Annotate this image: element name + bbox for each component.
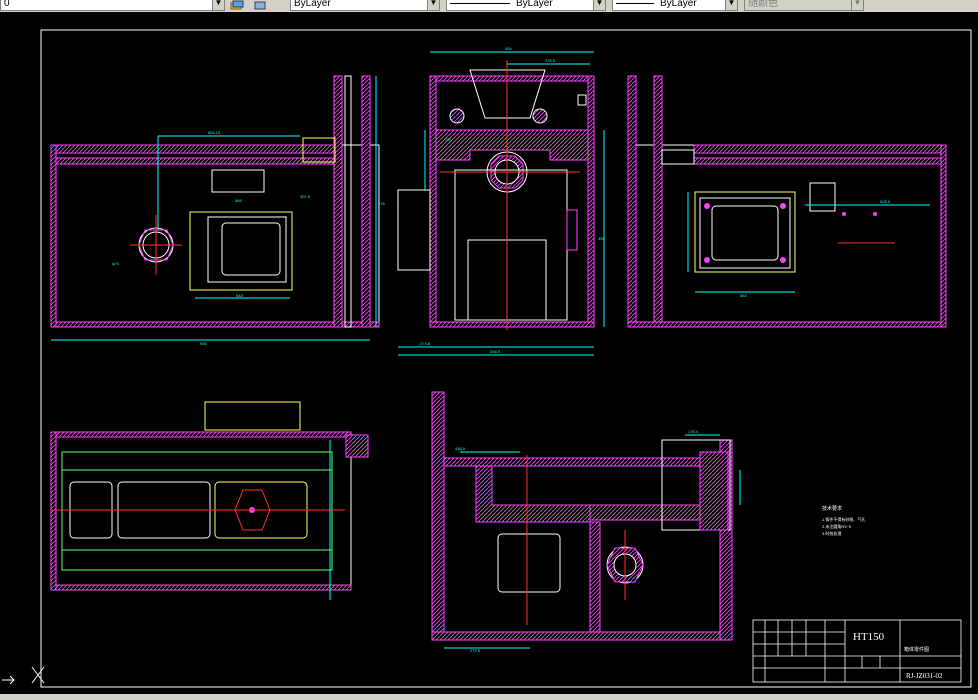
side-dim-left: 110 bbox=[445, 137, 452, 142]
material-label: HT150 bbox=[853, 631, 885, 643]
ucs-axis-icon bbox=[2, 666, 45, 685]
right-dim-1: 584 bbox=[740, 293, 747, 298]
right-dim-2: 628.5 bbox=[880, 199, 891, 204]
chevron-down-icon[interactable]: ▼ bbox=[212, 0, 224, 10]
section-dim-3: 176.4 bbox=[688, 429, 699, 434]
front-dim-top: 854.10 bbox=[208, 130, 221, 135]
layer-dropdown[interactable]: 0 ▼ bbox=[0, 0, 225, 11]
side-dim-bottom: 274.8 bbox=[420, 341, 431, 346]
layer-stack-icon[interactable] bbox=[230, 0, 244, 10]
linetype-value: ByLayer bbox=[516, 0, 553, 9]
notes-title: 技术要求 bbox=[822, 505, 842, 512]
chevron-down-icon[interactable]: ▼ bbox=[427, 0, 439, 10]
note-3: 3.时效处理 bbox=[822, 530, 841, 536]
part-name: 箱体零件图 bbox=[904, 646, 929, 653]
side-dim-width: 454 bbox=[505, 46, 512, 51]
layer-previous-icon[interactable] bbox=[253, 0, 267, 10]
chevron-down-icon[interactable]: ▼ bbox=[593, 0, 605, 10]
side-dim-top: 235.5 bbox=[545, 58, 556, 63]
front-dim-hole: φ74 bbox=[112, 261, 120, 266]
plan-view bbox=[50, 401, 369, 600]
lineweight-value: ByLayer bbox=[660, 0, 697, 9]
drawing-number: RJ-JZ031-02 bbox=[906, 672, 943, 680]
plotstyle-value: 随颜色 bbox=[748, 0, 778, 9]
color-dropdown[interactable]: ByLayer ▼ bbox=[290, 0, 440, 11]
side-view bbox=[397, 51, 605, 356]
cad-drawing: 956 854.10 301.5 φ74 585 548 476 454 235… bbox=[2, 29, 972, 688]
chevron-down-icon[interactable]: ▼ bbox=[851, 0, 863, 10]
front-dim-offset: 301.5 bbox=[300, 194, 311, 199]
front-dim-window2: 548 bbox=[236, 293, 243, 298]
note-2: 2.未注圆角R3~5 bbox=[822, 523, 852, 529]
front-dim-overall: 956 bbox=[200, 341, 207, 346]
chevron-down-icon[interactable]: ▼ bbox=[725, 0, 737, 10]
right-view bbox=[627, 75, 947, 328]
plotstyle-dropdown[interactable]: 随颜色 ▼ bbox=[744, 0, 864, 11]
front-view bbox=[50, 75, 380, 341]
linetype-dropdown[interactable]: ByLayer ▼ bbox=[446, 0, 606, 11]
side-dim-height: 456 bbox=[598, 236, 605, 241]
layer-value: 0 bbox=[4, 0, 10, 9]
color-value: ByLayer bbox=[294, 0, 331, 9]
status-strip bbox=[0, 694, 978, 700]
side-dim-total: 356.9 bbox=[490, 349, 501, 354]
lineweight-dropdown[interactable]: ByLayer ▼ bbox=[612, 0, 738, 11]
note-1: 1.铸件不得有砂眼、气孔 bbox=[822, 516, 865, 522]
section-dim-1: 436.5 bbox=[455, 446, 466, 451]
front-dim-window: 585 bbox=[235, 198, 242, 203]
section-dim-2: 272.5 bbox=[470, 648, 481, 653]
drawing-canvas[interactable]: 956 854.10 301.5 φ74 585 548 476 454 235… bbox=[0, 12, 978, 700]
front-dim-height: 476 bbox=[378, 201, 385, 206]
